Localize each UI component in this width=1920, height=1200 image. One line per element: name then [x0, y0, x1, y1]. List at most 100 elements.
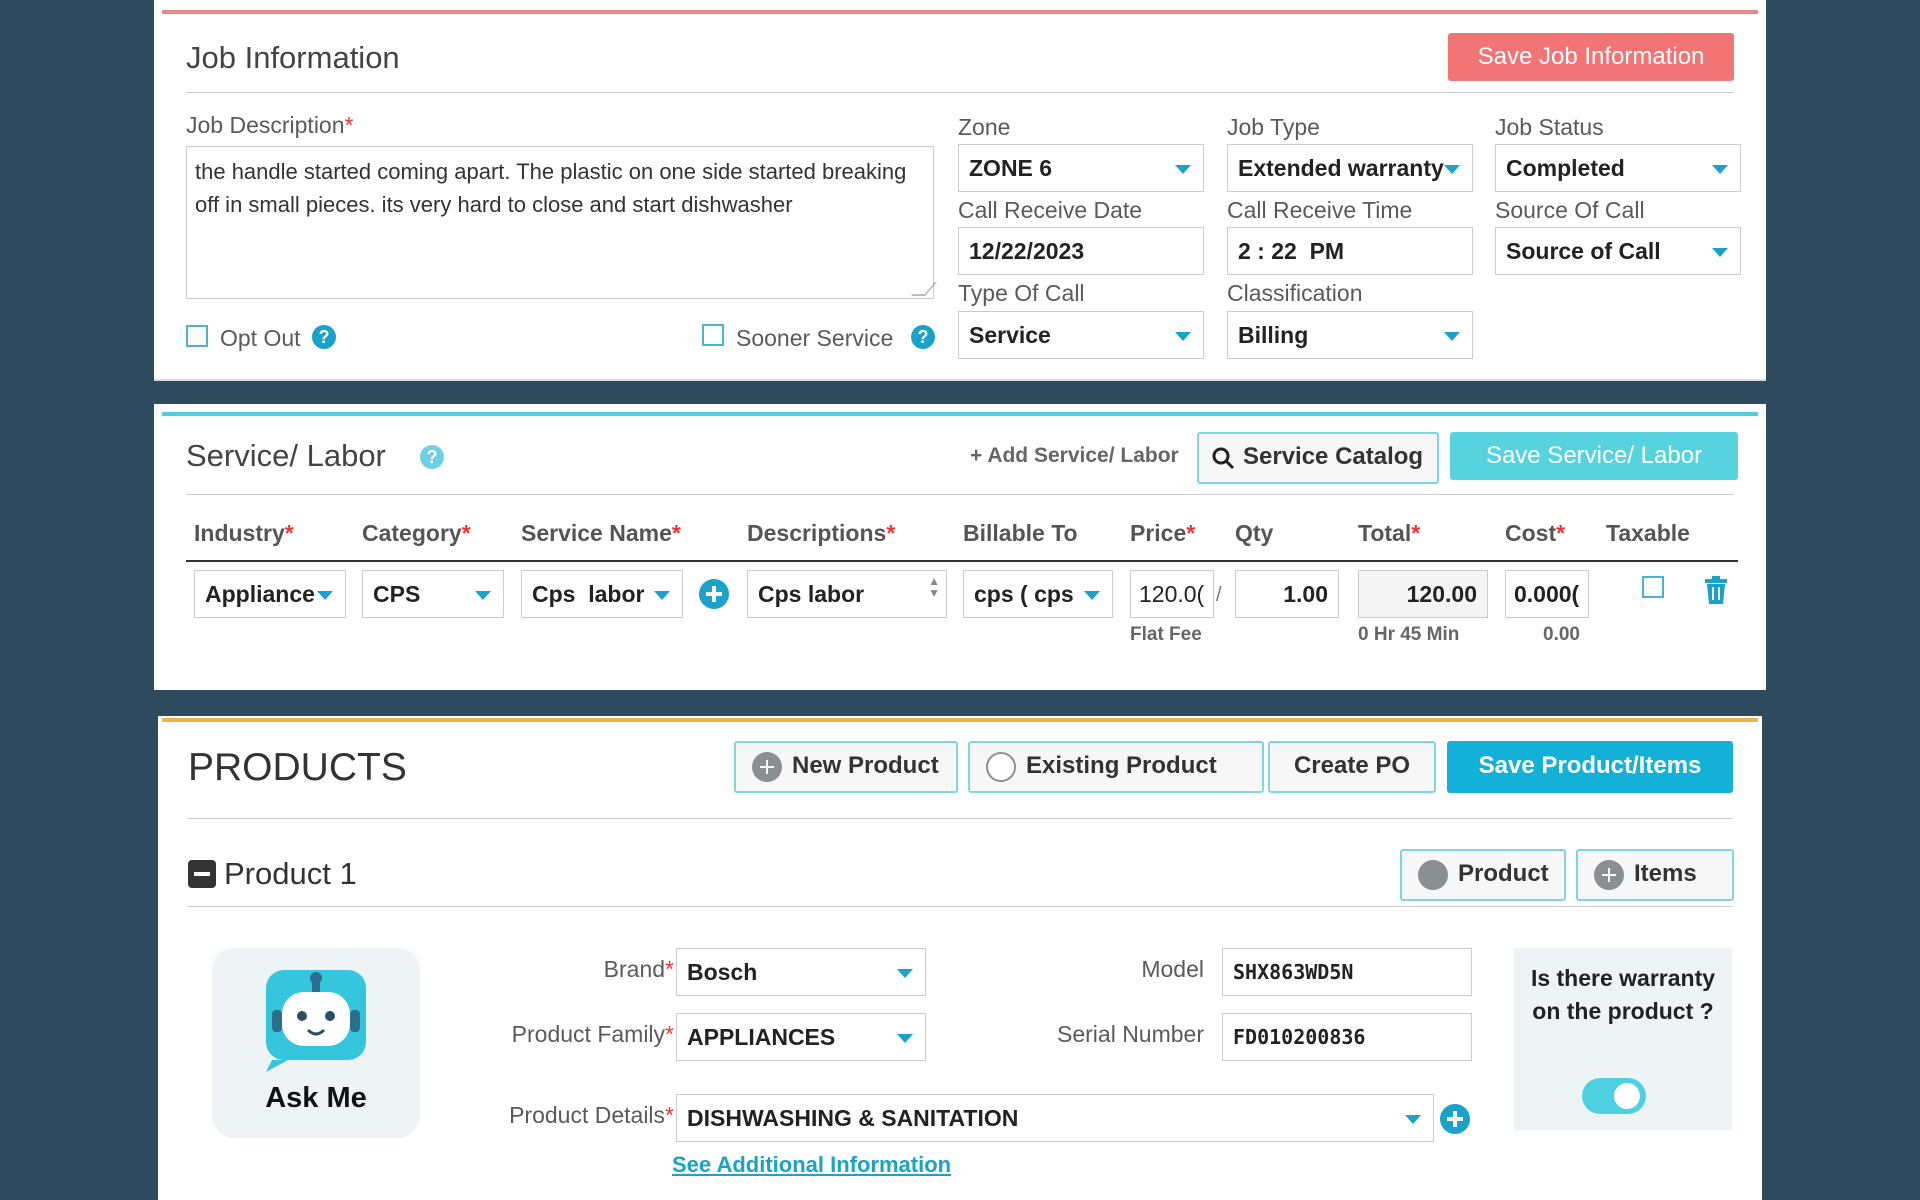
save-product-items-button[interactable]: Save Product/Items	[1447, 741, 1733, 793]
product-details-select[interactable]: DISHWASHING & SANITATION	[676, 1094, 1434, 1142]
brand-label: Brand*	[603, 956, 674, 982]
panel-accent-line	[162, 718, 1758, 722]
collapse-icon[interactable]	[188, 860, 216, 888]
job-description-textarea[interactable]: the handle started coming apart. The pla…	[186, 146, 937, 299]
chevron-down-icon	[1444, 332, 1460, 341]
resize-handle[interactable]	[911, 282, 937, 296]
add-items-button[interactable]: Items	[1576, 849, 1734, 901]
service-catalog-button[interactable]: Service Catalog	[1197, 432, 1439, 484]
total-note: 0 Hr 45 Min	[1358, 624, 1460, 645]
industry-select[interactable]: Appliance	[194, 570, 346, 618]
chevron-down-icon	[1712, 165, 1728, 174]
add-service-icon[interactable]	[699, 579, 729, 609]
chevron-down-icon	[475, 591, 491, 600]
panel-accent-line	[162, 412, 1758, 416]
column-header-category: Category*	[362, 520, 471, 546]
sooner-service-help-icon[interactable]: ?	[911, 325, 935, 349]
chevron-down-icon	[317, 591, 333, 600]
product-1-title: Product 1	[224, 856, 357, 891]
divider	[186, 494, 1734, 495]
qty-input[interactable]: 1.00	[1235, 570, 1339, 618]
chevron-down-icon	[1175, 165, 1191, 174]
type-of-call-label: Type Of Call	[958, 280, 1085, 306]
trash-icon[interactable]	[1704, 576, 1728, 604]
plus-circle-icon	[1594, 859, 1624, 890]
new-product-button[interactable]: New Product	[734, 741, 958, 793]
service-name-select[interactable]: Cps labor	[521, 570, 683, 618]
create-po-button[interactable]: Create PO	[1268, 741, 1436, 793]
serial-number-input[interactable]: FD010200836	[1222, 1013, 1472, 1061]
warranty-question: Is there warranty on the product ?	[1530, 965, 1716, 1024]
chevron-down-icon	[654, 591, 670, 600]
classification-select[interactable]: Billing	[1227, 311, 1473, 359]
divider	[186, 92, 1734, 93]
column-header-service-name: Service Name*	[521, 520, 681, 546]
warranty-card: Is there warranty on the product ?	[1514, 948, 1732, 1130]
trash-icon	[1418, 859, 1448, 890]
service-labor-title: Service/ Labor	[186, 438, 386, 473]
warranty-toggle[interactable]	[1582, 1078, 1646, 1114]
price-input[interactable]: 120.0(	[1130, 570, 1214, 618]
product-family-select[interactable]: APPLIANCES	[676, 1013, 926, 1061]
ask-me-card[interactable]: Ask Me	[212, 948, 420, 1138]
job-information-title: Job Information	[186, 40, 400, 75]
save-job-information-button[interactable]: Save Job Information	[1448, 33, 1734, 81]
service-labor-help-icon[interactable]: ?	[420, 445, 444, 469]
sooner-service-checkbox[interactable]	[702, 324, 724, 346]
add-service-labor-link[interactable]: + Add Service/ Labor	[970, 444, 1179, 468]
panel-accent-line	[162, 10, 1758, 14]
delete-product-button[interactable]: Product	[1400, 849, 1566, 901]
column-header-industry: Industry*	[194, 520, 294, 546]
source-of-call-select[interactable]: Source of Call	[1495, 227, 1741, 275]
chevron-down-icon	[1712, 248, 1728, 257]
call-receive-date-label: Call Receive Date	[958, 197, 1143, 223]
add-product-details-icon[interactable]	[1440, 1104, 1470, 1134]
type-of-call-select[interactable]: Service	[958, 311, 1204, 359]
category-select[interactable]: CPS	[362, 570, 504, 618]
robot-icon	[266, 970, 366, 1072]
call-receive-date-input[interactable]: 12/22/2023	[958, 227, 1204, 275]
cost-note: 0.00	[1543, 624, 1580, 645]
product-family-label: Product Family*	[511, 1021, 674, 1047]
column-header-qty: Qty	[1235, 520, 1274, 546]
opt-out-checkbox[interactable]	[186, 325, 208, 347]
price-note: Flat Fee	[1130, 624, 1202, 645]
column-header-price: Price*	[1130, 520, 1196, 546]
spinner-icon[interactable]: ▲ ▼	[928, 575, 940, 599]
job-type-select[interactable]: Extended warranty	[1227, 144, 1473, 192]
chevron-down-icon	[1405, 1115, 1421, 1124]
save-service-labor-button[interactable]: Save Service/ Labor	[1450, 432, 1738, 480]
price-suffix: /	[1216, 584, 1222, 606]
opt-out-label: Opt Out	[220, 325, 301, 351]
total-input: 120.00	[1358, 570, 1488, 618]
description-input[interactable]: Cps labor ▲ ▼	[747, 570, 947, 618]
opt-out-help-icon[interactable]: ?	[312, 325, 336, 349]
job-status-label: Job Status	[1495, 114, 1604, 140]
brand-select[interactable]: Bosch	[676, 948, 926, 996]
cost-input[interactable]: 0.000(	[1505, 570, 1589, 618]
job-status-select[interactable]: Completed	[1495, 144, 1741, 192]
products-title: PRODUCTS	[188, 746, 407, 789]
zone-select[interactable]: ZONE 6	[958, 144, 1204, 192]
chevron-down-icon	[897, 1034, 913, 1043]
column-header-taxable: Taxable	[1606, 520, 1690, 546]
zone-label: Zone	[958, 114, 1011, 140]
call-receive-time-label: Call Receive Time	[1227, 197, 1413, 223]
product-details-label: Product Details*	[509, 1102, 674, 1128]
existing-product-button[interactable]: Existing Product	[968, 741, 1264, 793]
call-receive-time-input[interactable]: 2 : 22 PM	[1227, 227, 1473, 275]
model-input[interactable]: SHX863WD5N	[1222, 948, 1472, 996]
see-additional-information-link[interactable]: See Additional Information	[672, 1152, 951, 1178]
column-header-cost: Cost*	[1505, 520, 1566, 546]
header-divider	[186, 560, 1738, 562]
chevron-down-icon	[897, 969, 913, 978]
toggle-knob	[1614, 1083, 1640, 1109]
search-icon	[986, 751, 1016, 782]
chevron-down-icon	[1084, 591, 1100, 600]
column-header-billable-to: Billable To	[963, 520, 1078, 546]
job-type-label: Job Type	[1227, 114, 1320, 140]
billable-to-select[interactable]: cps ( cps	[963, 570, 1113, 618]
taxable-checkbox[interactable]	[1642, 576, 1664, 598]
chevron-down-icon	[1444, 165, 1460, 174]
column-header-total: Total*	[1358, 520, 1421, 546]
